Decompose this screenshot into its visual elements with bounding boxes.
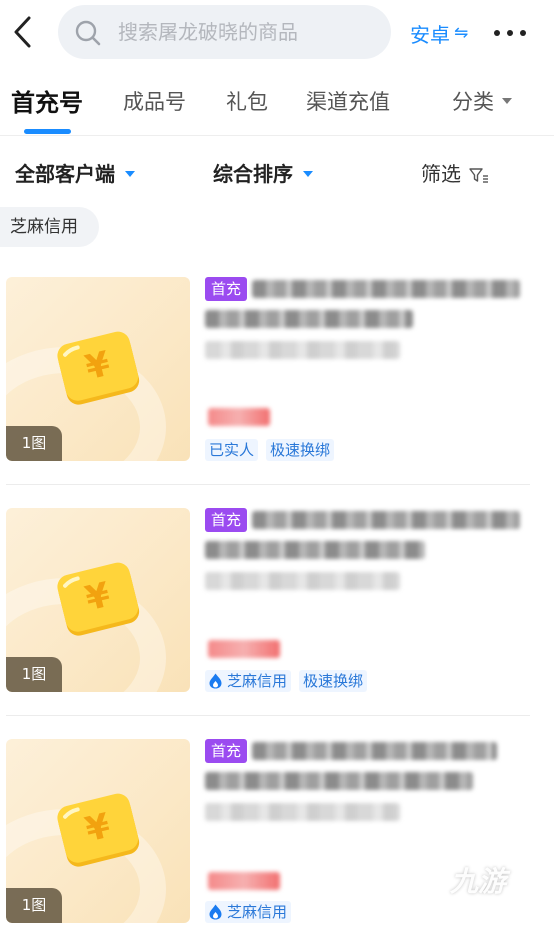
search-bar[interactable] — [58, 5, 391, 59]
filter-bar: 全部客户端 综合排序 筛选 — [0, 150, 554, 194]
caret-down-icon — [303, 170, 313, 177]
screen-filter[interactable]: 筛选 — [421, 158, 489, 187]
tag-zhima-credit: 芝麻信用 — [205, 901, 292, 923]
image-count-badge: 1图 — [6, 888, 62, 923]
more-icon — [494, 30, 500, 36]
subtitle-redacted — [205, 341, 400, 359]
sort-filter[interactable]: 综合排序 — [213, 158, 313, 187]
tag-label: 芝麻信用 — [227, 672, 288, 690]
listing-thumbnail[interactable]: ¥ 1图 — [6, 739, 190, 923]
tag-fast-rebind: 极速换绑 — [299, 670, 368, 692]
title-redacted-line2 — [205, 541, 425, 559]
caret-down-icon — [502, 98, 512, 104]
category-tabs: 首充号 成品号 礼包 渠道充值 分类 — [0, 80, 554, 136]
listing-thumbnail[interactable]: ¥ 1图 — [6, 508, 190, 692]
platform-switch[interactable]: 安卓 ⇋ — [410, 18, 468, 48]
tab-category-label: 分类 — [452, 90, 494, 114]
search-input[interactable] — [118, 5, 378, 59]
flame-icon — [209, 904, 222, 920]
flame-icon — [209, 673, 222, 689]
image-count-badge: 1图 — [6, 426, 62, 461]
platform-label: 安卓 — [410, 22, 450, 47]
title-redacted — [252, 280, 520, 298]
sort-filter-label: 综合排序 — [213, 162, 293, 186]
client-filter-label: 全部客户端 — [15, 162, 115, 186]
tab-category[interactable]: 分类 — [452, 86, 512, 116]
watermark-text: 九游 — [450, 865, 507, 898]
swap-icon: ⇋ — [454, 23, 469, 43]
filter-icon — [469, 167, 489, 183]
title-redacted — [252, 742, 497, 760]
subtitle-redacted — [205, 803, 400, 821]
title-redacted — [252, 511, 520, 529]
subtitle-redacted — [205, 572, 400, 590]
tag-label: 芝麻信用 — [227, 903, 288, 921]
tag-row: 芝麻信用 — [205, 901, 292, 923]
top-bar: 安卓 ⇋ — [0, 0, 554, 66]
more-menu-button[interactable] — [494, 28, 526, 38]
listing-thumbnail[interactable]: ¥ 1图 — [6, 277, 190, 461]
first-charge-badge: 首充 — [205, 739, 247, 763]
listing-card[interactable]: ¥ 1图 首充 已实人 极速换绑 — [0, 277, 554, 508]
price-redacted — [208, 408, 270, 426]
chevron-left-icon — [14, 16, 31, 48]
divider — [6, 484, 530, 485]
divider — [6, 715, 530, 716]
title-redacted-line2 — [205, 310, 413, 328]
title-redacted-line2 — [205, 772, 473, 790]
zhima-credit-chip[interactable]: 芝麻信用 — [0, 207, 99, 247]
coin-icon: ¥ — [57, 331, 140, 405]
listing-card[interactable]: ¥ 1图 首充 芝麻信用 极速换绑 — [0, 508, 554, 739]
tag-row: 已实人 极速换绑 — [205, 439, 335, 461]
first-charge-badge: 首充 — [205, 508, 247, 532]
jiuyou-logo-icon — [406, 858, 438, 902]
tab-finished-account[interactable]: 成品号 — [123, 86, 186, 116]
price-redacted — [208, 872, 280, 890]
active-tab-indicator — [24, 129, 71, 134]
screen-filter-label: 筛选 — [421, 162, 461, 186]
price-redacted — [208, 640, 280, 658]
coin-icon: ¥ — [57, 793, 140, 867]
tab-first-charge[interactable]: 首充号 — [11, 83, 83, 118]
image-count-badge: 1图 — [6, 657, 62, 692]
tab-channel-recharge[interactable]: 渠道充值 — [306, 86, 390, 116]
client-filter[interactable]: 全部客户端 — [15, 158, 135, 187]
first-charge-badge: 首充 — [205, 277, 247, 301]
tag-row: 芝麻信用 极速换绑 — [205, 670, 368, 692]
tag-verified: 已实人 — [205, 439, 259, 461]
caret-down-icon — [125, 170, 135, 177]
listing-card[interactable]: ¥ 1图 首充 芝麻信用 — [0, 739, 554, 938]
tag-zhima-credit: 芝麻信用 — [205, 670, 292, 692]
tab-gift-pack[interactable]: 礼包 — [226, 86, 268, 116]
tag-fast-rebind: 极速换绑 — [266, 439, 335, 461]
search-icon — [75, 20, 101, 46]
coin-icon: ¥ — [57, 562, 140, 636]
back-button[interactable] — [10, 14, 38, 50]
jiuyou-watermark: 九游 — [404, 852, 524, 908]
